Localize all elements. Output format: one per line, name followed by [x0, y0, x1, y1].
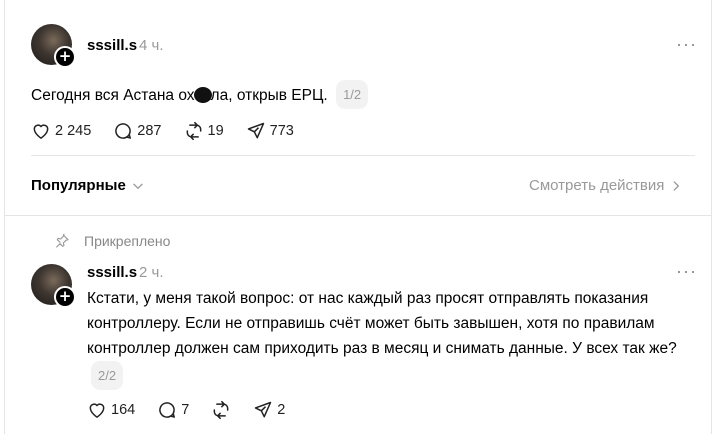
send-icon	[247, 122, 264, 139]
comment-button[interactable]: 7	[157, 400, 189, 420]
heart-icon	[33, 124, 49, 139]
thread-pager-badge: 2/2	[91, 361, 124, 390]
share-count: 2	[277, 402, 286, 418]
post-text: Сегодня вся Астана ох ла, открыв ЕРЦ. 1/2	[31, 80, 369, 109]
chevron-down-icon	[133, 183, 143, 189]
reply-text: Кстати, у меня такой вопрос: от нас кажд…	[87, 286, 697, 390]
share-count: 773	[269, 123, 294, 139]
post-username[interactable]: sssill.s	[87, 37, 137, 54]
more-options-icon[interactable]: ···	[676, 34, 697, 55]
comment-count: 7	[181, 402, 190, 418]
comment-bubble-icon	[159, 402, 176, 418]
repost-icon	[213, 400, 229, 420]
like-count: 164	[111, 402, 136, 418]
pinned-indicator: Прикреплено	[54, 233, 170, 249]
repost-icon	[186, 121, 201, 141]
like-button[interactable]: 164	[87, 400, 135, 420]
view-activity-link[interactable]: Смотреть действия	[529, 177, 683, 194]
redacted-emoji-icon	[193, 87, 212, 103]
like-count: 2 245	[55, 123, 92, 139]
pinned-label: Прикреплено	[84, 233, 171, 249]
sort-dropdown[interactable]: Популярные	[31, 177, 145, 194]
repost-button[interactable]: 19	[184, 121, 224, 141]
more-options-icon[interactable]: ···	[676, 261, 697, 282]
sort-label: Популярные	[31, 177, 126, 194]
send-icon	[255, 401, 272, 418]
comment-count: 287	[137, 123, 162, 139]
post-text-part-1: Сегодня вся Астана ох	[31, 87, 195, 104]
reply-time: 2 ч.	[139, 264, 164, 281]
post-text-part-2: ла, открыв ЕРЦ.	[210, 87, 328, 104]
divider	[5, 215, 711, 216]
like-button[interactable]: 2 245	[31, 121, 91, 141]
divider	[31, 155, 695, 156]
view-activity-label: Смотреть действия	[529, 177, 665, 194]
heart-icon	[89, 403, 105, 418]
post-time: 4 ч.	[139, 37, 164, 54]
repost-count: 19	[207, 123, 224, 139]
thread-pager-badge: 1/2	[336, 80, 369, 109]
chevron-right-icon	[673, 180, 680, 191]
comment-bubble-icon	[115, 123, 132, 139]
follow-plus-icon[interactable]: +	[54, 286, 76, 308]
frame-border-right	[711, 0, 712, 434]
reply-username[interactable]: sssill.s	[87, 264, 137, 281]
frame-border-left	[4, 0, 5, 434]
share-button[interactable]: 773	[246, 121, 294, 141]
post-actions: 2 245 287 19 773	[31, 121, 316, 141]
pin-icon	[56, 233, 69, 248]
follow-plus-icon[interactable]: +	[54, 46, 76, 68]
share-button[interactable]: 2	[253, 400, 285, 420]
reply-actions: 164 7 2	[87, 400, 307, 420]
repost-button[interactable]	[211, 400, 231, 420]
reply-text-body: Кстати, у меня такой вопрос: от нас кажд…	[87, 290, 677, 357]
comment-button[interactable]: 287	[113, 121, 162, 141]
